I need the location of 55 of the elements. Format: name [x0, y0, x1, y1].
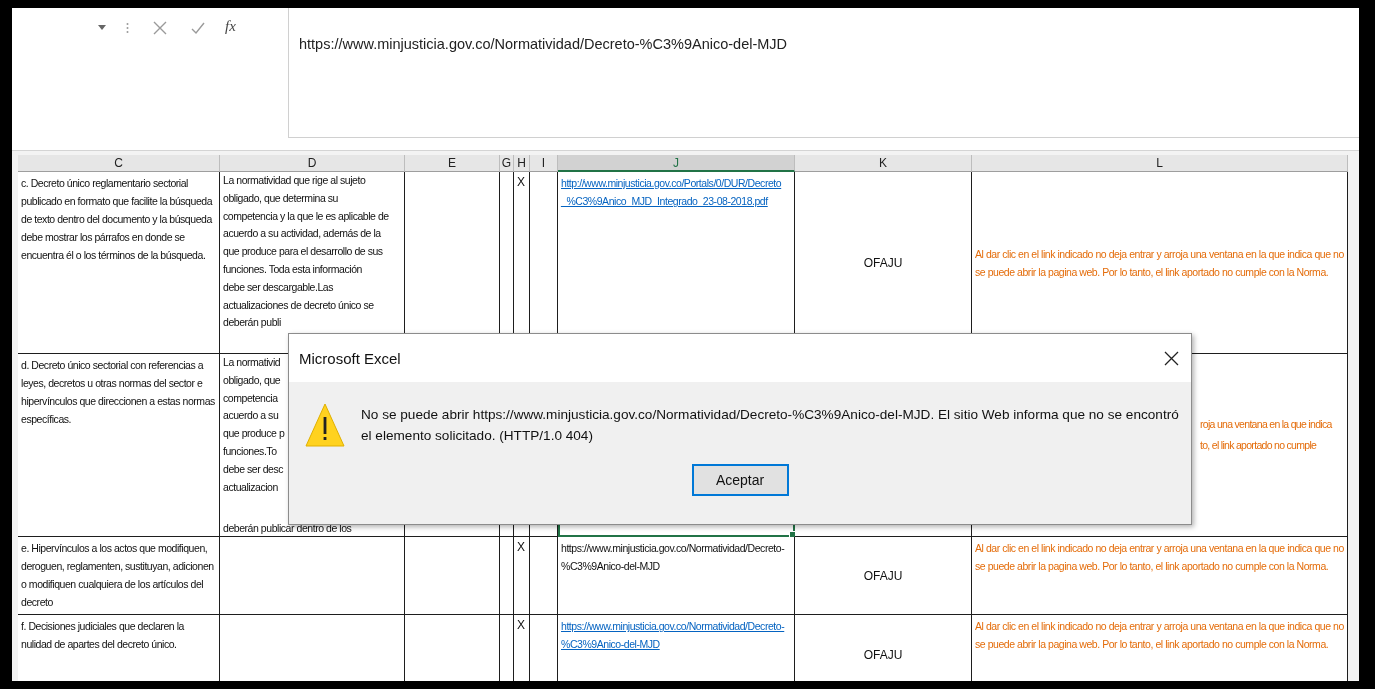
cell-text-line: obligado, que — [223, 372, 281, 388]
column-header[interactable]: H — [514, 155, 530, 172]
cell-text-line: debe ser descargable.Las — [223, 279, 334, 295]
cell-text-line: competencia — [223, 390, 278, 406]
cell-text-line: que produce para el desarrollo de sus — [223, 244, 383, 260]
note-text: Al dar clic en el link indicado no deja entrar y arroja una ventana en la que indica que no se puede abrir la pagina web. Por lo tanto, el link aportado no cumple con la Norma. — [975, 246, 1344, 280]
table-cell: e. Hipervínculos a los actos que modifiquen, deroguen, reglamenten, sustituyan, adicionen o modifiquen cualquiera de los artículos del decreto — [18, 537, 220, 615]
insert-function-button[interactable]: fx — [225, 18, 236, 35]
column-header[interactable]: D — [220, 155, 405, 172]
column-header[interactable]: K — [795, 155, 972, 172]
table-cell: X — [514, 537, 530, 615]
formula-field[interactable]: https://www.minjusticia.gov.co/Normatividad/Decreto-%C3%9Anico-del-MJD — [288, 8, 1359, 138]
cell-text-line: roja una ventana en la que indica — [1200, 417, 1334, 432]
cancel-icon[interactable] — [153, 21, 167, 35]
cell-text-line: deberán publi — [223, 315, 281, 331]
cell-text-line: acuerdo a su actividad, además de la — [223, 226, 381, 242]
column-header[interactable]: J — [558, 155, 795, 172]
column-header[interactable]: L — [972, 155, 1348, 172]
table-cell: f. Decisiones judiciales que declaren la nulidad de apartes del decreto único. — [18, 615, 220, 681]
table-cell: OFAJU — [795, 537, 972, 615]
cell-text: https://www.minjusticia.gov.co/Normatividad/Decreto-%C3%9Anico-del-MJD — [561, 541, 786, 574]
hyperlink[interactable]: http://www.minjusticia.gov.co/Portals/0/DUR/Decreto_%C3%9Anico_MJD_Integrado_23-08-2018.pdf — [561, 174, 791, 210]
cell-text-line: competencia y la que le es aplicable de — [223, 208, 389, 224]
dialog-title: Microsoft Excel — [299, 349, 401, 367]
table-cell: d. Decreto único sectorial con referencias a leyes, decretos u otras normas del sector e hipervínculos que direccionen a estas normas específicas. — [18, 354, 220, 537]
cell-text-line: actualizaciones de decreto único se — [223, 297, 374, 313]
note-text: Al dar clic en el link indicado no deja entrar y arroja una ventana en la que indica que no se puede abrir la pagina web. Por lo tanto, el link aportado no cumple con la Norma. — [975, 619, 1344, 652]
cell-text-line: acuerdo a su — [223, 408, 279, 424]
cell-text-line: to, el link aportado no cumple — [1200, 438, 1318, 453]
cell-text-line: que produce p — [223, 426, 285, 442]
table-cell: X — [514, 615, 530, 681]
accept-button[interactable]: Aceptar — [691, 464, 789, 496]
cell-text-line: deberán publicar dentro de los — [223, 522, 352, 534]
table-cell: OFAJU — [795, 615, 972, 681]
close-icon[interactable] — [1164, 350, 1179, 366]
warning-icon — [305, 402, 345, 448]
column-header[interactable]: E — [405, 155, 500, 172]
enter-check-icon[interactable] — [191, 21, 205, 35]
cell-text-line: funciones. Toda esta información — [223, 262, 362, 277]
dialog-message: No se puede abrir https://www.minjusticia.gov.co/Normatividad/Decreto-%C3%9Anico-del-MJD. El sitio Web informa que no se encontró el elemento solicitado. (HTTP/1.0 404) — [361, 406, 1179, 445]
column-header[interactable]: G — [500, 155, 514, 172]
column-header[interactable]: I — [530, 155, 558, 172]
grip-icon[interactable] — [126, 22, 129, 34]
table-cell — [500, 615, 514, 681]
hyperlink[interactable]: https://www.minjusticia.gov.co/Normatividad/Decreto-%C3%9Anico-del-MJD — [561, 617, 791, 653]
cell-text-line: funciones.To — [223, 444, 277, 459]
note-text: Al dar clic en el link indicado no deja entrar y arroja una ventana en la que indica que no se puede abrir la pagina web. Por lo tanto, el link aportado no cumple con la Norma. — [975, 541, 1344, 574]
cell-text-line: debe ser desc — [223, 461, 284, 477]
column-header[interactable]: C — [18, 155, 220, 172]
table-cell: c. Decreto único reglamentario sectorial publicado en formato que facilite la búsqueda de texto dentro del documento y la búsqueda debe mostrar los párrafos en donde se encuentra él o los términos de la búsqueda. — [18, 172, 220, 354]
cell-text-line: La normatividad que rige al sujeto — [223, 173, 366, 188]
dropdown-caret-icon[interactable] — [98, 25, 106, 31]
cell-text-line: La normativid — [223, 355, 281, 370]
cell-text-line: actualizacion — [223, 479, 278, 495]
cell-text-line: obligado, que determina su — [223, 190, 338, 206]
